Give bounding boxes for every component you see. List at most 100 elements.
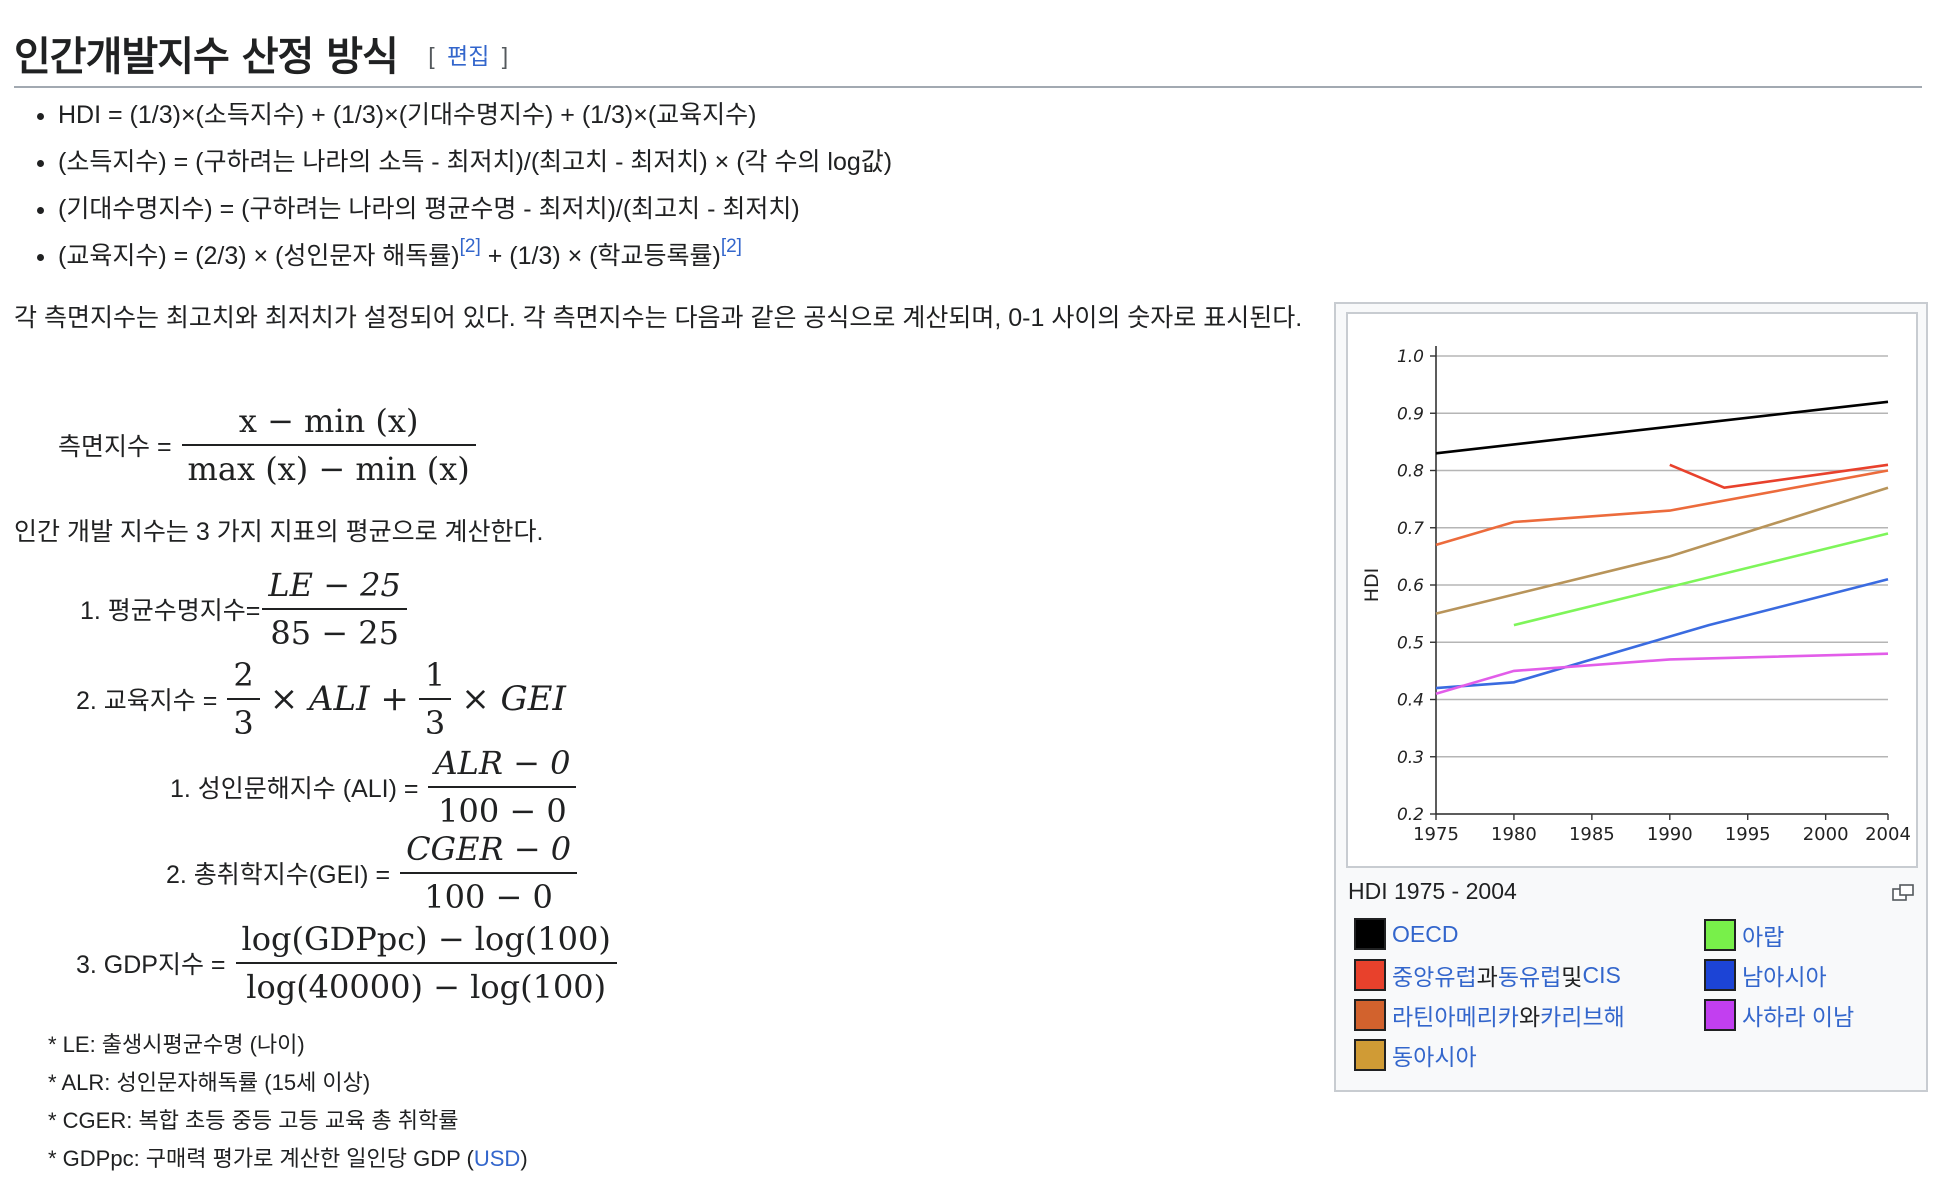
legend-item: 사하라 이남 bbox=[1704, 998, 1854, 1032]
legend-text: 와 bbox=[1518, 1004, 1541, 1030]
y-tick-label: 1.0 bbox=[1397, 347, 1424, 367]
bullet-text: (소득지수) = (구하려는 나라의 소득 - 최저치)/(최고치 - 최저치)… bbox=[58, 148, 893, 176]
x-tick-label: 1980 bbox=[1491, 824, 1537, 845]
legend-link[interactable]: 동아시아 bbox=[1392, 1038, 1477, 1072]
fraction-bar bbox=[181, 444, 476, 447]
formula-label: 2. 교육지수 = bbox=[76, 687, 218, 716]
fraction: ALR − 0 100 − 0 bbox=[428, 744, 577, 831]
numerator: ALR − 0 bbox=[434, 744, 571, 782]
formula-dimension-index: 측면지수 = x − min (x) max (x) − min (x) bbox=[58, 402, 476, 489]
y-axis-label: HDI bbox=[1361, 568, 1383, 603]
denominator: max (x) − min (x) bbox=[187, 450, 470, 489]
fraction-bar bbox=[262, 608, 407, 611]
legend-link[interactable]: 카리브해 bbox=[1540, 998, 1625, 1032]
formula-label: 1. 성인문해지수 (ALI) = bbox=[170, 775, 419, 804]
legend-link[interactable]: 동유럽 bbox=[1498, 958, 1561, 992]
y-tick-label: 0.7 bbox=[1397, 519, 1424, 539]
bullet-text: HDI = (1/3)×(소득지수) + (1/3)×(기대수명지수) + (1… bbox=[58, 101, 757, 129]
note-text: ) bbox=[520, 1146, 528, 1171]
reference-link[interactable]: [2] bbox=[460, 236, 481, 257]
x-tick-label: 1985 bbox=[1569, 824, 1615, 845]
usd-link[interactable]: USD bbox=[474, 1146, 520, 1171]
note-item: * LE: 출생시평균수명 (나이) bbox=[48, 1032, 305, 1057]
x-tick-label: 2000 bbox=[1803, 824, 1849, 845]
legend-item: 남아시아 bbox=[1704, 958, 1827, 992]
numerator: CGER − 0 bbox=[406, 830, 572, 868]
y-tick-label: 0.4 bbox=[1397, 691, 1424, 711]
y-tick-label: 0.5 bbox=[1397, 633, 1424, 653]
legend-link[interactable]: 사하라 이남 bbox=[1742, 998, 1854, 1032]
x-tick-label: 1995 bbox=[1725, 824, 1771, 845]
fraction: CGER − 0 100 − 0 bbox=[400, 830, 578, 917]
legend-swatch bbox=[1354, 1039, 1386, 1071]
denominator: 100 − 0 bbox=[424, 878, 553, 917]
formula-gdp-index: 3. GDP지수 = log(GDPpc) − log(100) log(400… bbox=[76, 920, 617, 1007]
note-item: * ALR: 성인문자해독률 (15세 이상) bbox=[48, 1070, 371, 1095]
fraction: log(GDPpc) − log(100) log(40000) − log(1… bbox=[235, 920, 617, 1007]
fraction-bar bbox=[227, 698, 260, 701]
bullet-text: + (1/3) × (학교등록률) bbox=[480, 242, 721, 270]
legend-text: 과 bbox=[1476, 964, 1498, 990]
bullet-text: (교육지수) = (2/3) × (성인문자 해독률) bbox=[58, 242, 460, 270]
bullet-income-index: (소득지수) = (구하려는 나라의 소득 - 최저치)/(최고치 - 최저치)… bbox=[58, 143, 1318, 181]
fraction: 1 3 bbox=[418, 656, 452, 743]
formula-ali: 1. 성인문해지수 (ALI) = ALR − 0 100 − 0 bbox=[170, 744, 577, 831]
formula-term: × ALI + bbox=[269, 679, 409, 720]
paragraph-dimension-intro: 각 측면지수는 최고치와 최저치가 설정되어 있다. 각 측면지수는 다음과 같… bbox=[14, 304, 1303, 332]
x-tick-label: 1990 bbox=[1647, 824, 1693, 845]
bullet-education-index: (교육지수) = (2/3) × (성인문자 해독률)[2] + (1/3) ×… bbox=[58, 237, 1318, 275]
fraction: x − min (x) max (x) − min (x) bbox=[181, 402, 476, 489]
hdi-line-chart: 0.2 0.3 0.4 0.5 0.6 0.7 0.8 0.9 1.0 1975 1980 1985 1… bbox=[1361, 346, 1911, 845]
fraction-bar bbox=[400, 872, 578, 875]
y-tick-label: 0.6 bbox=[1397, 576, 1424, 596]
numerator: x − min (x) bbox=[238, 402, 419, 440]
formula-label: 측면지수 = bbox=[58, 433, 172, 462]
bullet-life-index: (기대수명지수) = (구하려는 나라의 평균수명 - 최저치)/(최고치 - … bbox=[58, 190, 1318, 228]
section-title: 인간개발지수 산정 방식 bbox=[14, 34, 399, 80]
edit-link[interactable]: 편집 bbox=[447, 43, 489, 69]
legend-link[interactable]: 라틴아메리카 bbox=[1392, 998, 1519, 1032]
legend-item: 동아시아 bbox=[1354, 1038, 1477, 1072]
legend-link[interactable]: 중앙유럽 bbox=[1392, 958, 1477, 992]
formula-bullet-list: HDI = (1/3)×(소득지수) + (1/3)×(기대수명지수) + (1… bbox=[30, 96, 1318, 284]
legend-item: 아랍 bbox=[1704, 918, 1784, 952]
legend-item: 라틴아메리카 와 카리브해 bbox=[1354, 998, 1625, 1032]
legend-link[interactable]: 아랍 bbox=[1742, 918, 1784, 952]
legend-swatch bbox=[1704, 919, 1736, 951]
note-text: * GDPpc: 구매력 평가로 계산한 일인당 GDP ( bbox=[48, 1146, 474, 1171]
formula-education-index: 2. 교육지수 = 2 3 × ALI + 1 3 × GEI bbox=[76, 656, 576, 743]
reference-link[interactable]: [2] bbox=[721, 236, 742, 257]
note-item: * CGER: 복합 초등 중등 고등 교육 총 취학률 bbox=[48, 1108, 459, 1133]
series-line-oecd bbox=[1435, 400, 1889, 455]
formula-term: × GEI bbox=[461, 679, 566, 720]
legend-swatch bbox=[1704, 999, 1736, 1031]
formula-label: 1. 평균수명지수= bbox=[80, 597, 261, 626]
denominator: 3 bbox=[424, 704, 446, 743]
fraction-bar bbox=[418, 698, 452, 701]
chart-caption: HDI 1975 - 2004 bbox=[1348, 878, 1517, 904]
edit-bracket-open: [ bbox=[428, 43, 435, 69]
magnify-icon[interactable] bbox=[1892, 884, 1914, 902]
fraction: 2 3 bbox=[227, 656, 260, 743]
legend-text: 및 bbox=[1561, 964, 1583, 990]
formula-label: 3. GDP지수 = bbox=[76, 951, 226, 980]
bullet-text: (기대수명지수) = (구하려는 나라의 평균수명 - 최저치)/(최고치 - … bbox=[58, 195, 800, 223]
note-item: * GDPpc: 구매력 평가로 계산한 일인당 GDP (USD) bbox=[48, 1140, 528, 1178]
legend-link[interactable]: CIS bbox=[1582, 962, 1620, 989]
denominator: 100 − 0 bbox=[438, 792, 567, 831]
legend-link[interactable]: OECD bbox=[1392, 921, 1458, 948]
y-tick-label: 0.3 bbox=[1397, 748, 1424, 768]
numerator: LE − 25 bbox=[268, 566, 401, 604]
legend-swatch bbox=[1354, 918, 1386, 950]
legend-link[interactable]: 남아시아 bbox=[1742, 958, 1827, 992]
legend-swatch bbox=[1354, 959, 1386, 991]
numerator: 2 bbox=[233, 656, 254, 694]
chart-image[interactable]: 0.2 0.3 0.4 0.5 0.6 0.7 0.8 0.9 1.0 1975 1980 1985 1… bbox=[1346, 312, 1918, 868]
denominator: log(40000) − log(100) bbox=[246, 968, 607, 1007]
numerator: log(GDPpc) − log(100) bbox=[241, 920, 611, 958]
denominator: 3 bbox=[233, 704, 254, 743]
y-tick-label: 0.2 bbox=[1397, 805, 1424, 825]
series-line-sub_saharan bbox=[1435, 652, 1889, 696]
y-tick-label: 0.8 bbox=[1397, 462, 1424, 482]
paragraph-average-intro: 인간 개발 지수는 3 가지 지표의 평균으로 계산한다. bbox=[14, 518, 544, 546]
